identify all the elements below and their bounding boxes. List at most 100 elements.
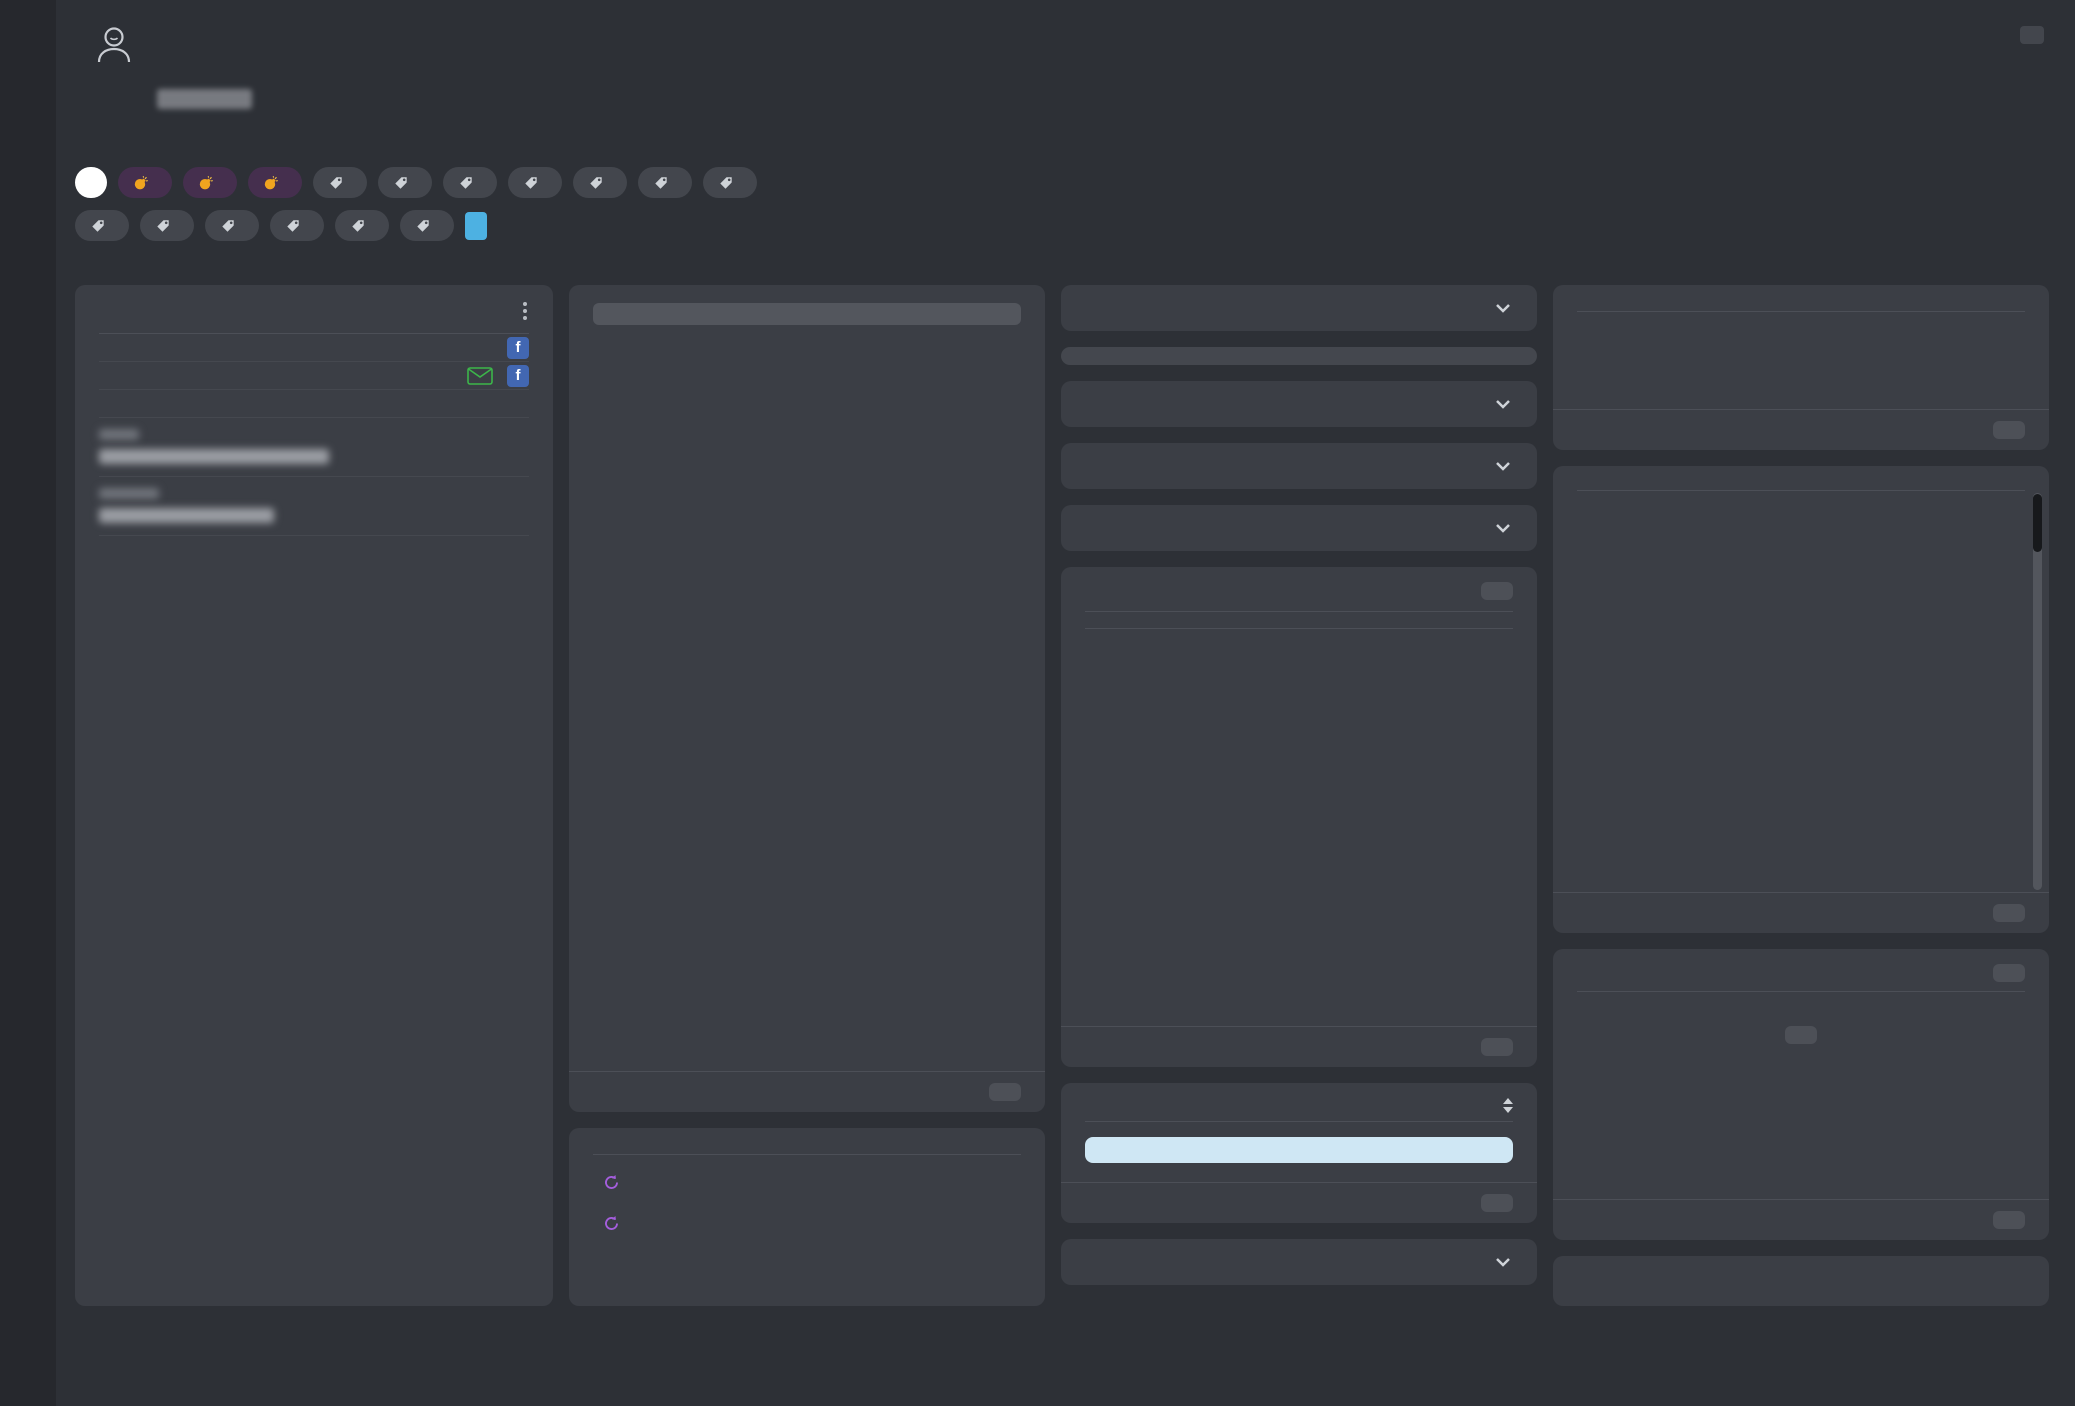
disputes-card	[1553, 949, 2049, 1240]
no-offers-banner	[1085, 1137, 1513, 1163]
panel-acordos[interactable]	[1061, 285, 1537, 331]
tag-pill[interactable]	[270, 210, 324, 241]
tag-pill[interactable]	[313, 167, 367, 198]
redacted-value	[99, 449, 329, 464]
field-icons: f	[507, 337, 529, 359]
tag-pill[interactable]	[75, 210, 129, 241]
reload-fee-button[interactable]	[1993, 421, 2025, 439]
kebab-menu-icon[interactable]	[521, 300, 529, 322]
sort-icon[interactable]	[1503, 1098, 1513, 1113]
tag-pill[interactable]	[400, 210, 454, 241]
panel-rewards-history[interactable]	[1061, 1239, 1537, 1285]
boletos-card	[1553, 466, 2049, 933]
left-rail	[0, 0, 56, 1406]
customer-meta	[75, 89, 2044, 109]
reload-deck-button[interactable]	[2020, 26, 2044, 44]
tag-icon	[524, 176, 538, 190]
redacted-label	[99, 488, 159, 499]
tag-pill[interactable]	[140, 210, 194, 241]
bomb-icon	[264, 176, 278, 190]
boleto-fee-card	[1553, 285, 2049, 450]
column-personal: ff	[75, 285, 553, 1306]
cancel-enrollment-button[interactable]	[1481, 582, 1513, 600]
column-cards	[569, 285, 1045, 1306]
chevron-down-icon	[1493, 394, 1513, 414]
personal-field	[75, 390, 553, 417]
tag-icon	[719, 176, 733, 190]
activity-timeline	[0, 1306, 2075, 1406]
tag-icon	[459, 176, 473, 190]
personal-field-redacted	[75, 477, 553, 535]
tag-pill[interactable]	[378, 167, 432, 198]
rewards-offers-card	[1061, 1083, 1537, 1223]
virtual-card-quota-card	[569, 1128, 1045, 1306]
refresh-icon[interactable]	[603, 1174, 620, 1196]
panel-parcelamento[interactable]	[1061, 381, 1537, 427]
tags-row-1	[75, 167, 2055, 198]
reload-disputes-button[interactable]	[1993, 1211, 2025, 1229]
tag-icon	[329, 176, 343, 190]
open-triage-button[interactable]	[1993, 964, 2025, 982]
personal-info-card: ff	[75, 285, 553, 1306]
empty-progress-bar	[1061, 347, 1537, 365]
bomb-icon	[134, 176, 148, 190]
envelope-icon	[467, 367, 493, 385]
dashboard-grid: ff	[75, 285, 2049, 1306]
tag-pill[interactable]	[638, 167, 692, 198]
tag-icon	[589, 176, 603, 190]
personal-field: f	[75, 334, 553, 361]
rewards-card	[1061, 567, 1537, 1067]
tag-pill[interactable]	[573, 167, 627, 198]
reload-boletos-button[interactable]	[1993, 904, 2025, 922]
scrollbar-thumb[interactable]	[2033, 494, 2042, 552]
tag-icon	[416, 219, 430, 233]
tag-pill[interactable]	[508, 167, 562, 198]
tag-icon	[654, 176, 668, 190]
reload-rewards-button[interactable]	[1481, 1038, 1513, 1056]
tag-pill-warning[interactable]	[118, 167, 172, 198]
reload-offers-button[interactable]	[1481, 1194, 1513, 1212]
chevron-down-icon	[1493, 456, 1513, 476]
tag-pill-warning[interactable]	[183, 167, 237, 198]
refresh-icon[interactable]	[603, 1215, 620, 1237]
chevron-down-icon	[1493, 518, 1513, 538]
tags-row-2	[75, 210, 2055, 241]
load-disputes-button[interactable]	[1785, 1026, 1817, 1044]
bomb-icon	[199, 176, 213, 190]
tag-pill[interactable]	[205, 210, 259, 241]
tag-pill[interactable]	[703, 167, 757, 198]
column-agreements-rewards	[1061, 285, 1537, 1306]
field-divider	[99, 535, 529, 536]
panel-compras[interactable]	[1061, 505, 1537, 551]
chevron-down-icon	[1493, 1252, 1513, 1272]
person-icon	[91, 22, 137, 73]
tag-pill[interactable]	[335, 210, 389, 241]
invoices-card	[1553, 1256, 2049, 1306]
tag-pill-cliente[interactable]	[75, 167, 107, 198]
tag-icon	[394, 176, 408, 190]
redacted-value	[99, 508, 274, 523]
tag-icon	[91, 219, 105, 233]
tag-icon	[351, 219, 365, 233]
tag-icon	[286, 219, 300, 233]
tag-pill[interactable]	[443, 167, 497, 198]
redacted-label	[99, 429, 139, 440]
facebook-icon[interactable]: f	[507, 365, 529, 387]
cpf-redacted-value	[157, 89, 252, 109]
reload-cards-button[interactable]	[989, 1083, 1021, 1101]
add-tag-button[interactable]	[465, 212, 487, 240]
column-billing	[1553, 285, 2049, 1306]
show-all-cards-button[interactable]	[593, 303, 1021, 325]
field-icons: f	[467, 365, 529, 387]
tag-pill-warning[interactable]	[248, 167, 302, 198]
tag-icon	[221, 219, 235, 233]
personal-field-redacted	[75, 418, 553, 476]
scrollbar-track[interactable]	[2033, 493, 2042, 890]
personal-field: f	[75, 362, 553, 389]
customer-header	[75, 22, 2044, 109]
facebook-icon[interactable]: f	[507, 337, 529, 359]
chevron-down-icon	[1493, 298, 1513, 318]
cards-card	[569, 285, 1045, 1112]
panel-antecipacao[interactable]	[1061, 443, 1537, 489]
tag-icon	[156, 219, 170, 233]
